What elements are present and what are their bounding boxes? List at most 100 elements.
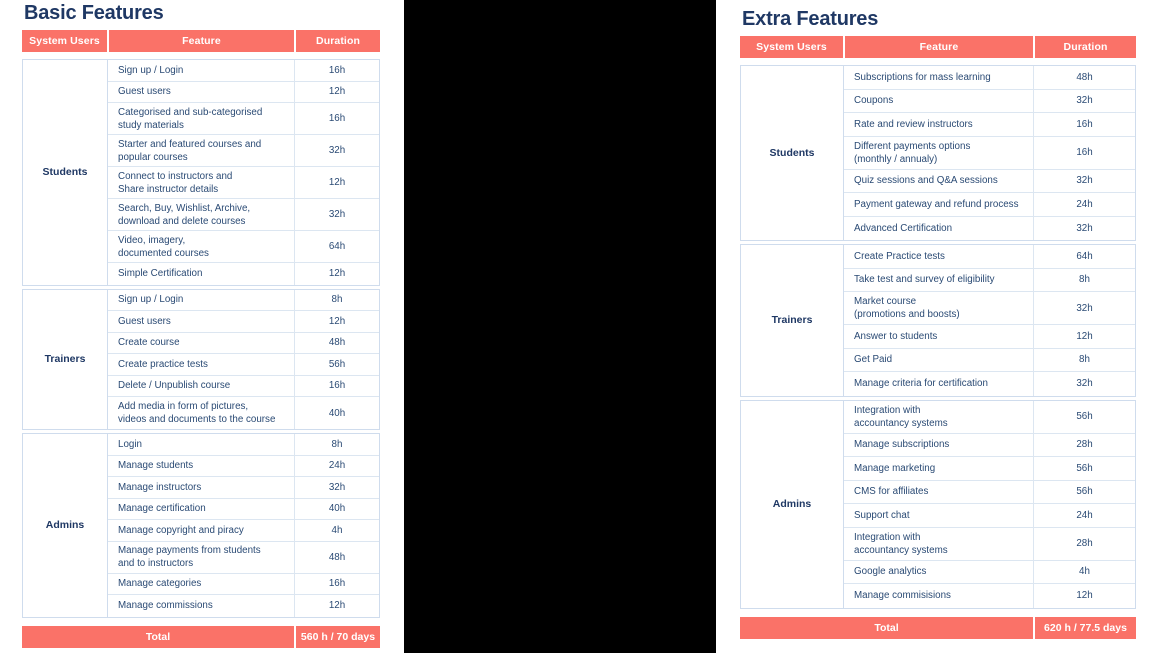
duration-cell: 4h (1079, 566, 1090, 578)
duration-cell: 16h (328, 380, 346, 392)
feature-cell: Take test and survey of eligibility (844, 268, 1034, 291)
duration-cell: 40h (328, 503, 346, 515)
duration-cell: 24h (1076, 198, 1093, 210)
duration-cell: 32h (1076, 378, 1093, 390)
table-row: Simple Certification 12h (108, 263, 379, 285)
duration-cell: 32h (1076, 222, 1093, 234)
feature-cell: Google analytics (844, 560, 1034, 583)
table-row: CMS for affiliates 56h (844, 480, 1135, 504)
table-row: Categorised and sub-categorised study mat… (108, 103, 379, 135)
duration-cell: 56h (1076, 486, 1093, 498)
table-header-basic: System Users Feature Duration (22, 30, 380, 52)
total-label: Total (874, 621, 899, 634)
table-row: Video, imagery, documented courses 64h (108, 231, 379, 263)
user-group-label: Trainers (741, 245, 844, 396)
feature-cell: Manage copyright and piracy (108, 520, 295, 541)
table-row: Market course (promotions and boosts) 32h (844, 292, 1135, 325)
feature-cell: Manage subscriptions (844, 433, 1034, 456)
table-row: Take test and survey of eligibility 8h (844, 268, 1135, 292)
table-body-basic: Students Sign up / Login 16h Guest users 12h… (22, 59, 380, 618)
table-row: Manage subscriptions 28h (844, 433, 1135, 457)
table-row: Manage criteria for certification 32h (844, 372, 1135, 396)
total-value-extra: 620 h / 77.5 days (1044, 621, 1127, 634)
user-group-label: Admins (23, 434, 108, 617)
table-row: Manage commisisions 12h (844, 584, 1135, 608)
total-bar-extra: Total 620 h / 77.5 days (740, 616, 1136, 639)
duration-cell: 32h (328, 145, 346, 156)
duration-cell: 48h (328, 337, 346, 349)
duration-cell: 12h (1076, 330, 1093, 342)
table-row: Delete / Unpublish course 16h (108, 375, 379, 397)
duration-cell: 32h (328, 209, 346, 220)
feature-cell: Guest users (108, 81, 295, 102)
duration-cell: 32h (1076, 175, 1093, 187)
user-group: Students Subscriptions for mass learning 4… (740, 65, 1136, 241)
user-group-label: Admins (741, 400, 844, 608)
table-row: Support chat 24h (844, 504, 1135, 528)
feature-cell: Manage students (108, 455, 295, 476)
table-row: Guest users 12h (108, 311, 379, 333)
feature-cell: Manage marketing (844, 457, 1034, 480)
feature-cell: Quiz sessions and Q&A sessions (844, 169, 1034, 192)
center-black-panel (404, 0, 716, 653)
feature-rows: Subscriptions for mass learning 48h Coupon… (844, 66, 1135, 240)
feature-cell: Create practice tests (108, 354, 295, 375)
table-row: Sign up / Login 8h (108, 289, 379, 311)
table-body-extra: Students Subscriptions for mass learning 4… (740, 65, 1136, 609)
table-row: Manage students 24h (108, 455, 379, 477)
table-row: Different payments options (monthly / ann… (844, 136, 1135, 170)
table-row: Search, Buy, Wishlist, Archive, download … (108, 199, 379, 231)
page-title-extra: Extra Features (742, 8, 879, 30)
feature-cell: Subscriptions for mass learning (844, 66, 1034, 89)
feature-cell: Manage certification (108, 498, 295, 519)
table-row: Manage categories 16h (108, 573, 379, 595)
table-row: Create course 48h (108, 332, 379, 354)
duration-cell: 32h (1076, 302, 1093, 314)
feature-rows: Sign up / Login 8h Guest users 12h Create co… (108, 289, 379, 429)
duration-cell: 8h (1079, 274, 1090, 286)
user-group: Students Sign up / Login 16h Guest users 12h… (22, 59, 380, 286)
user-group: Admins Integration with accountancy system… (740, 399, 1136, 609)
feature-cell: Answer to students (844, 325, 1034, 348)
feature-cell: Manage commissions (108, 595, 295, 617)
column-header-feature: Feature (919, 41, 959, 53)
duration-cell: 28h (1076, 538, 1093, 549)
table-row: Manage copyright and piracy 4h (108, 520, 379, 542)
duration-cell: 16h (328, 64, 346, 76)
duration-cell: 48h (328, 551, 346, 563)
feature-cell: Delete / Unpublish course (108, 375, 295, 396)
table-row: Login 8h (108, 434, 379, 456)
table-row: Manage payments from students and to inst… (108, 541, 379, 574)
table-row: Integration with accountancy systems 56h (844, 400, 1135, 434)
table-row: Guest users 12h (108, 81, 379, 103)
feature-cell: Manage categories (108, 573, 295, 594)
feature-cell: Different payments options (monthly / ann… (844, 136, 1034, 169)
duration-cell: 64h (328, 241, 346, 252)
duration-cell: 8h (331, 294, 343, 306)
table-row: Create Practice tests 64h (844, 245, 1135, 269)
duration-cell: 16h (328, 113, 346, 124)
duration-cell: 12h (328, 177, 346, 188)
total-label: Total (145, 630, 171, 643)
user-group: Trainers Sign up / Login 8h Guest users 12h C… (22, 288, 380, 430)
table-row: Payment gateway and refund process 24h (844, 193, 1135, 217)
feature-cell: Manage criteria for certification (844, 372, 1034, 396)
table-row: Quiz sessions and Q&A sessions 32h (844, 169, 1135, 193)
duration-cell: 12h (328, 268, 346, 280)
feature-cell: Integration with accountancy systems (844, 527, 1034, 560)
table-row: Manage instructors 32h (108, 477, 379, 499)
feature-cell: Connect to instructors and Share instruct… (108, 167, 295, 198)
table-header-extra: System Users Feature Duration (740, 36, 1136, 58)
page-title-basic: Basic Features (24, 2, 164, 24)
duration-cell: 28h (1076, 439, 1093, 451)
feature-cell: Coupons (844, 89, 1034, 112)
column-header-feature: Feature (182, 35, 221, 47)
duration-cell: 24h (328, 460, 346, 472)
feature-rows: Sign up / Login 16h Guest users 12h Categori… (108, 60, 379, 285)
table-row: Google analytics 4h (844, 560, 1135, 584)
duration-cell: 32h (328, 481, 346, 493)
total-bar-basic: Total 560 h / 70 days (22, 625, 380, 648)
feature-cell: Guest users (108, 311, 295, 332)
duration-cell: 24h (1076, 509, 1093, 521)
feature-rows: Create Practice tests 64h Take test and su… (844, 245, 1135, 396)
